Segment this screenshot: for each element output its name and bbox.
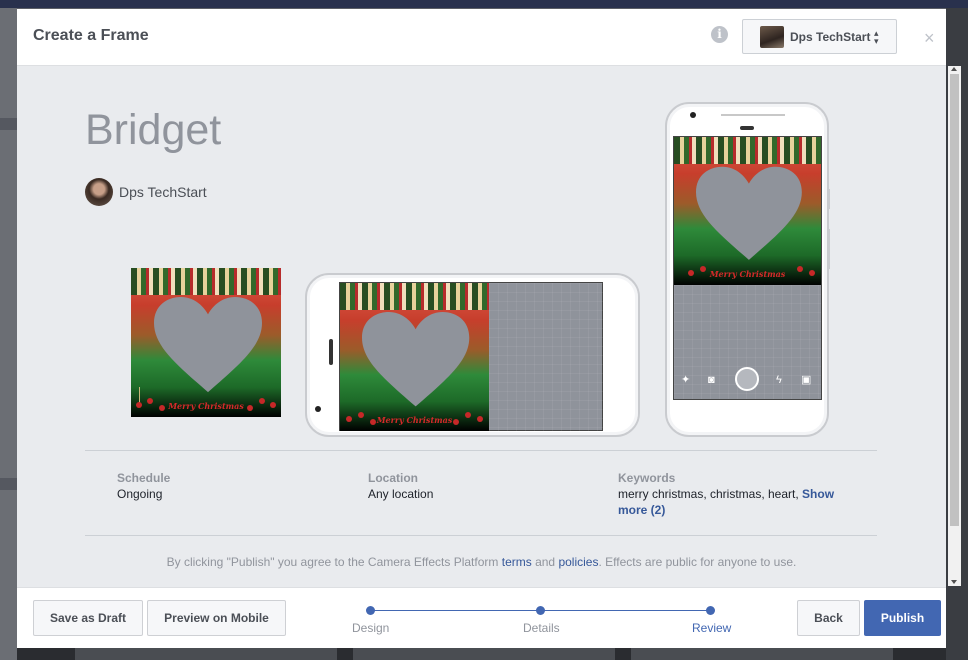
preview-mobile-button[interactable]: Preview on Mobile [147, 600, 286, 636]
step-dot-design [366, 606, 375, 615]
step-details[interactable]: Details [523, 621, 560, 635]
phone-home-button [329, 339, 333, 365]
create-frame-modal: Create a Frame i Dps TechStart ▴ ▾ × Brid… [17, 9, 961, 648]
gallery-icon: ▣ [801, 374, 812, 386]
landscape-screen: Merry Christmas [339, 282, 603, 431]
background-left-panel [0, 8, 17, 660]
keywords-label: Keywords [618, 471, 676, 485]
back-button[interactable]: Back [797, 600, 860, 636]
portrait-screen: Merry Christmas [673, 136, 822, 400]
background-topbar [0, 0, 968, 8]
landscape-frame-art: Merry Christmas [340, 283, 489, 431]
creator-name: Dps TechStart [119, 184, 207, 200]
effect-name: Bridget [85, 106, 222, 154]
terms-notice: By clicking "Publish" you agree to the C… [166, 555, 797, 569]
phone-camera-dot [690, 112, 696, 118]
garland-decoration [131, 268, 281, 295]
terms-link[interactable]: terms [502, 555, 532, 569]
phone-speaker [740, 126, 754, 130]
keywords-value: merry christmas, christmas, heart, Show … [618, 486, 858, 518]
heart-cutout [153, 296, 262, 392]
phone-camera-dot [315, 406, 321, 412]
frame-text: Merry Christmas [709, 269, 786, 280]
scrollbar-thumb[interactable] [950, 74, 959, 526]
step-review[interactable]: Review [692, 621, 731, 635]
square-frame-preview: Merry Christmas [131, 268, 281, 417]
step-dot-review [706, 606, 715, 615]
modal-header: Create a Frame i Dps TechStart ▴ ▾ × [17, 9, 946, 66]
info-icon[interactable]: i [711, 26, 728, 43]
schedule-label: Schedule [117, 471, 171, 485]
background-card [631, 648, 893, 660]
background-card [353, 648, 615, 660]
page-selector[interactable]: Dps TechStart ▴ ▾ [742, 19, 897, 54]
keywords-text: merry christmas, christmas, heart, [618, 487, 799, 501]
camera-icon: ◙ [708, 374, 715, 386]
flash-icon: ϟ [776, 374, 782, 386]
step-design[interactable]: Design [352, 621, 389, 635]
frame-text: Merry Christmas [376, 415, 453, 426]
location-value: Any location [368, 487, 434, 501]
page-avatar [760, 26, 784, 48]
creator-avatar [85, 178, 113, 206]
publish-button[interactable]: Publish [864, 600, 941, 636]
close-icon[interactable]: × [924, 29, 935, 47]
divider [85, 450, 877, 451]
page-selector-label: Dps TechStart [790, 30, 871, 44]
frame-text: Merry Christmas [168, 401, 244, 412]
scroll-up-icon[interactable] [951, 67, 957, 71]
divider [85, 535, 877, 536]
portrait-frame-art: Merry Christmas [674, 137, 821, 285]
shutter-icon [735, 367, 759, 391]
save-draft-button[interactable]: Save as Draft [33, 600, 143, 636]
caret-icon: ▴ ▾ [874, 28, 879, 46]
modal-title: Create a Frame [33, 27, 149, 44]
step-dot-details [536, 606, 545, 615]
schedule-value: Ongoing [117, 487, 163, 501]
scroll-down-icon[interactable] [951, 580, 957, 584]
policies-link[interactable]: policies [558, 555, 598, 569]
magic-wand-icon: ✦ [681, 374, 691, 386]
location-label: Location [368, 471, 418, 485]
background-card [75, 648, 337, 660]
scrollbar[interactable] [948, 66, 961, 586]
